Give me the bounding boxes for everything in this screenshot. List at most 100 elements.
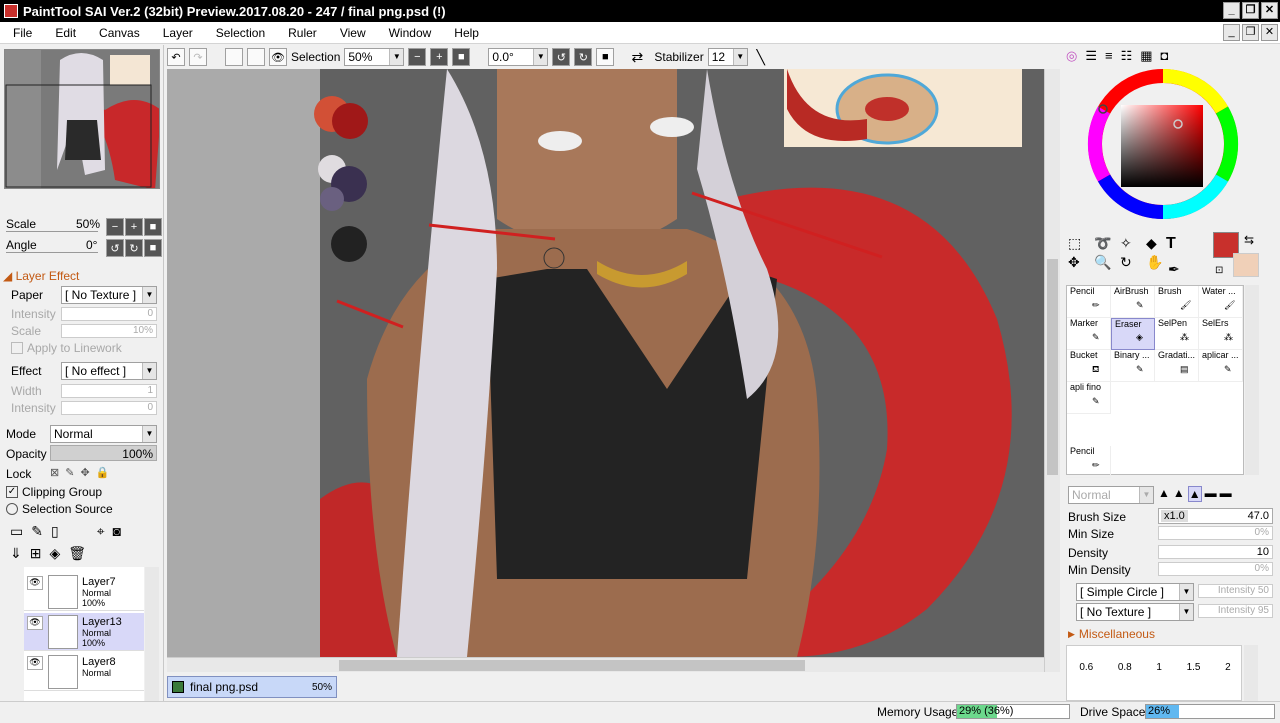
angle-rotate-right-button[interactable]: ↻ (125, 239, 143, 257)
rotation-select[interactable]: 0.0° ▼ (488, 48, 549, 66)
edge-medium-icon[interactable]: ▲ (1173, 486, 1185, 502)
apply-linework-row[interactable]: Apply to Linework (11, 341, 122, 355)
text-tool-icon[interactable]: T (1166, 235, 1176, 253)
straight-line-button[interactable]: ╲ (752, 48, 770, 66)
scale-reset-button[interactable]: ■ (144, 218, 162, 236)
visibility-eye-icon[interactable]: 👁 (27, 656, 43, 670)
tool-pencil[interactable]: Pencil ✏ (1067, 286, 1111, 318)
opacity-slider[interactable]: 100% (50, 445, 157, 461)
horizontal-scroll-thumb[interactable] (339, 660, 805, 671)
stabilizer-select[interactable]: 12 ▼ (707, 48, 748, 66)
rgb-slider-tab-icon[interactable]: ☰ (1085, 48, 1097, 64)
preset-size[interactable]: 2 (1225, 662, 1231, 673)
tool-selpen[interactable]: SelPen ⁂ (1155, 318, 1199, 350)
brush-blend-mode-select[interactable]: Normal ▼ (1068, 486, 1154, 504)
vertical-scroll-thumb[interactable] (1047, 259, 1058, 475)
show-selection-button[interactable]: 👁 (269, 48, 287, 66)
swatches-tab-icon[interactable]: ☷ (1121, 48, 1133, 64)
zoom-select[interactable]: 50% ▼ (344, 48, 405, 66)
preset-size[interactable]: 0.6 (1079, 662, 1093, 673)
lock-paint-icon[interactable]: ✎ (65, 466, 74, 479)
menu-view[interactable]: View (327, 26, 376, 40)
rotate-reset-button[interactable]: ■ (596, 48, 615, 66)
zoom-reset-button[interactable]: ■ (452, 48, 471, 66)
tool-binary[interactable]: Binary ... ✎ (1111, 350, 1155, 382)
document-tab[interactable]: final png.psd 50% (167, 676, 337, 698)
shape-intensity-field[interactable]: Intensity 50 (1198, 584, 1273, 598)
preset-size[interactable]: 0.8 (1118, 662, 1132, 673)
menu-help[interactable]: Help (441, 26, 489, 40)
angle-rotate-left-button[interactable]: ↺ (106, 239, 124, 257)
deselect-button[interactable] (225, 48, 243, 66)
magic-wand-icon[interactable]: ✧ (1120, 235, 1144, 252)
scratchpad-tab-icon[interactable]: ▦ (1140, 48, 1152, 64)
edge-hard-icon[interactable]: ▲ (1187, 486, 1202, 502)
mdi-restore-button[interactable]: ❐ (1242, 24, 1259, 41)
scale-effect-field[interactable]: 10% (61, 324, 157, 338)
flip-horizontal-button[interactable]: ⇄ (628, 48, 646, 66)
scale-increase-button[interactable]: + (125, 218, 143, 236)
new-folder-icon[interactable]: ▯ (51, 523, 59, 540)
layer-item[interactable]: 👁 Layer13 Normal 100% (24, 613, 144, 651)
tool-marker[interactable]: Marker ✎ (1067, 318, 1111, 350)
min-density-slider[interactable]: 0% (1158, 562, 1273, 576)
lasso-icon[interactable]: ➰ (1094, 235, 1118, 252)
clipping-group-checkbox[interactable]: ✓ (6, 486, 18, 498)
intensity-field[interactable]: 0 (61, 307, 157, 321)
zoom-in-button[interactable]: + (430, 48, 449, 66)
color-wheel[interactable] (1084, 67, 1244, 227)
rotate-right-button[interactable]: ↻ (574, 48, 593, 66)
brush-texture-select[interactable]: [ No Texture ] ▼ (1076, 603, 1194, 621)
mdi-minimize-button[interactable]: _ (1223, 24, 1240, 41)
visibility-eye-icon[interactable]: 👁 (27, 576, 43, 590)
angle-reset-button[interactable]: ■ (144, 239, 162, 257)
scale-slider[interactable] (6, 231, 98, 232)
zoom-out-button[interactable]: − (408, 48, 427, 66)
mdi-close-button[interactable]: ✕ (1261, 24, 1278, 41)
undo-button[interactable]: ↶ (167, 48, 185, 66)
vertical-scrollbar[interactable] (1044, 69, 1060, 672)
move-icon[interactable]: ✥ (1068, 254, 1092, 271)
rect-select-icon[interactable]: ⬚ (1068, 235, 1092, 252)
preset-size[interactable]: 1.5 (1187, 662, 1201, 673)
scale-decrease-button[interactable]: − (106, 218, 124, 236)
tool-grid-scrollbar[interactable] (1245, 285, 1259, 475)
tool-water[interactable]: Water ... 🖌 (1199, 286, 1243, 318)
lock-move-icon[interactable]: ✥ (80, 466, 89, 479)
angle-slider[interactable] (6, 252, 98, 253)
menu-window[interactable]: Window (376, 26, 442, 40)
zoom-icon[interactable]: 🔍 (1094, 254, 1118, 271)
clear-layer-icon[interactable]: ◈ (49, 545, 60, 562)
new-linework-layer-icon[interactable]: ✎ (31, 523, 43, 540)
effect-select[interactable]: [ No effect ] ▼ (61, 362, 157, 380)
duplicate-layer-icon[interactable]: ⊞ (30, 545, 42, 562)
minimize-button[interactable]: _ (1223, 2, 1240, 19)
rotate-icon[interactable]: ↻ (1120, 254, 1144, 271)
preset-size[interactable]: 1 (1156, 662, 1162, 673)
mask-icon[interactable]: ◙ (113, 523, 121, 540)
close-button[interactable]: ✕ (1261, 2, 1278, 19)
visibility-eye-icon[interactable]: 👁 (27, 616, 43, 630)
canvas-viewport[interactable] (167, 69, 1044, 657)
layer-list-scrollbar[interactable] (145, 567, 159, 703)
tool-bucket[interactable]: Bucket ⛾ (1067, 350, 1111, 382)
navigator-preview[interactable] (4, 49, 160, 189)
apply-linework-checkbox[interactable] (11, 342, 23, 354)
brush-size-slider[interactable]: x1.0 47.0 (1158, 508, 1273, 524)
tool-selers[interactable]: SelErs ⁂ (1199, 318, 1243, 350)
user-palette-tab-icon[interactable]: ◘ (1161, 48, 1169, 64)
tool-brush[interactable]: Brush 🖌 (1155, 286, 1199, 318)
layer-effect-header[interactable]: ◢ Layer Effect (3, 269, 79, 283)
lock-transparency-icon[interactable]: ⊠ (50, 466, 59, 479)
menu-ruler[interactable]: Ruler (275, 26, 327, 40)
tool-aplicar[interactable]: aplicar ... ✎ (1199, 350, 1243, 382)
tool-eraser[interactable]: Eraser ◈ (1111, 318, 1155, 350)
transparent-color-icon[interactable]: ⊡ (1215, 265, 1223, 276)
hand-icon[interactable]: ✋ (1146, 254, 1170, 271)
menu-edit[interactable]: Edit (42, 26, 86, 40)
density-slider[interactable]: 10 (1158, 545, 1273, 559)
horizontal-scrollbar[interactable] (167, 657, 1044, 672)
menu-file[interactable]: File (0, 26, 42, 40)
edge-harder-icon[interactable]: ▬ (1205, 486, 1217, 502)
layer-item[interactable]: 👁 Layer8 Normal (24, 653, 144, 691)
